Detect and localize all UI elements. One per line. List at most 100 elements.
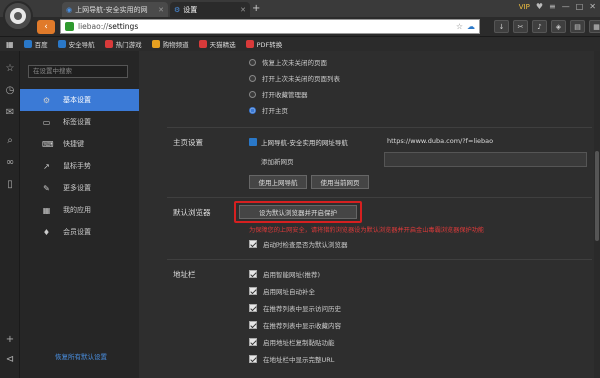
cart-icon (151, 40, 160, 48)
radio-button[interactable] (249, 74, 256, 82)
check-default-checkbox[interactable]: 启动时检查是否为默认浏览器 (249, 239, 348, 249)
keyboard-icon: ⌨ (42, 139, 54, 149)
checkbox[interactable] (249, 338, 257, 346)
homepage-site: 上网导航-安全实用的网址导航 (249, 137, 348, 147)
scrollbar[interactable] (594, 51, 600, 378)
tab-navigation[interactable]: ◉ 上网导航-安全实用的网 ✕ (62, 2, 168, 17)
addressbar-option[interactable]: 在地址栏中显示完整URL (249, 354, 334, 364)
checkbox[interactable] (249, 304, 257, 312)
address-url[interactable]: liebao://settings (78, 22, 138, 31)
shield-icon (249, 138, 257, 146)
addressbar-option[interactable]: 启用地址栏复制黏贴功能 (249, 337, 335, 347)
menu-icon[interactable]: ≡ (549, 2, 556, 11)
side-rail: ☆ ◷ ✉ ⌕ ∞ ▯ + ⊲ (0, 51, 20, 378)
globe-icon: ◉ (66, 5, 73, 14)
addressbar-option[interactable]: 启用智能网址(推荐) (249, 269, 320, 279)
tab-icon: ▭ (42, 117, 51, 127)
cloud-icon[interactable]: ☁ (467, 22, 475, 31)
back-button[interactable]: ‹ (37, 20, 55, 34)
close-icon[interactable]: ✕ (158, 6, 164, 14)
bookmark-item[interactable]: 天猫精选 (198, 39, 236, 49)
star-icon[interactable]: ☆ (456, 22, 463, 31)
phone-icon[interactable]: ▯ (4, 179, 16, 191)
sidebar-item-tabs[interactable]: ▭ 标签设置 (20, 111, 139, 133)
maximize-icon[interactable]: □ (576, 2, 584, 11)
minimize-icon[interactable]: — (562, 2, 570, 11)
close-icon[interactable]: ✕ (240, 6, 246, 14)
extension-icon[interactable]: ▤ (570, 20, 585, 33)
radio-button[interactable] (249, 106, 256, 114)
bookmark-item[interactable]: 热门游戏 (104, 39, 142, 49)
settings-main: 恢复上次未关闭的页面 打开上次未关闭的页面列表 打开收藏管理器 打开主页 主页设… (139, 51, 600, 378)
close-window-icon[interactable]: ✕ (589, 2, 596, 11)
startup-option[interactable]: 打开收藏管理器 (249, 89, 308, 99)
radio-button[interactable] (249, 58, 256, 66)
address-bar[interactable]: liebao://settings ☆ ☁ (60, 19, 480, 34)
add-page-input[interactable] (384, 152, 587, 167)
checkbox[interactable] (249, 270, 257, 278)
radio-button[interactable] (249, 90, 256, 98)
skin-icon[interactable]: ♥ (536, 2, 543, 11)
divider (167, 197, 592, 198)
search-icon[interactable]: ⌕ (4, 135, 16, 147)
checkbox[interactable] (249, 240, 257, 248)
mouse-icon: ↗ (43, 161, 50, 171)
divider (167, 127, 592, 128)
bookmark-item[interactable]: 安全导航 (57, 39, 95, 49)
sidebar-item-apps[interactable]: ▦ 我的应用 (20, 199, 139, 221)
addressbar-option[interactable]: 启用网址自动补全 (249, 286, 315, 296)
default-browser-section-label: 默认浏览器 (173, 208, 211, 217)
gear-icon: ⚙ (42, 95, 51, 105)
download-icon[interactable]: ↓ (494, 20, 509, 33)
add-icon[interactable]: + (4, 334, 16, 346)
sidebar-item-more[interactable]: ✎ 更多设置 (20, 177, 139, 199)
pdf-icon (245, 40, 254, 48)
new-tab-button[interactable]: + (252, 3, 260, 14)
vip-badge[interactable]: VIP (519, 3, 530, 11)
tab-settings[interactable]: ⚙ 设置 ✕ (170, 2, 250, 17)
add-page-label: 添加新网页 (261, 158, 294, 166)
shield-icon (57, 40, 66, 48)
homepage-section-label: 主页设置 (173, 138, 203, 147)
addressbar-option[interactable]: 在推荐列表中显示收藏内容 (249, 320, 341, 330)
bell-icon[interactable]: ♪ (532, 20, 547, 33)
history-icon[interactable]: ◷ (4, 85, 16, 97)
bookmark-item[interactable]: 购物频道 (151, 39, 189, 49)
sidebar-item-shortcuts[interactable]: ⌨ 快捷键 (20, 133, 139, 155)
browser-logo[interactable] (3, 1, 33, 31)
checkbox[interactable] (249, 321, 257, 329)
apps-icon[interactable]: ▦ (6, 40, 14, 49)
collapse-icon[interactable]: ⊲ (4, 354, 16, 366)
link-icon[interactable]: ∞ (4, 157, 16, 169)
secure-icon (65, 22, 74, 31)
apps-grid-icon[interactable]: ▦ (589, 20, 600, 33)
scrollbar-thumb[interactable] (595, 151, 599, 241)
restore-defaults-link[interactable]: 恢复所有默认设置 (55, 351, 107, 361)
bookmark-item[interactable]: 百度 (23, 39, 48, 49)
addressbar-option[interactable]: 在推荐列表中显示访问历史 (249, 303, 341, 313)
sidebar-item-gestures[interactable]: ↗ 鼠标手势 (20, 155, 139, 177)
game-icon[interactable]: ◈ (551, 20, 566, 33)
wrench-icon: ✎ (43, 183, 50, 193)
cut-icon[interactable]: ✂ (513, 20, 528, 33)
tab-label: 上网导航-安全实用的网 (75, 5, 148, 14)
settings-search-input[interactable]: 在设置中搜索 (28, 65, 128, 78)
startup-option[interactable]: 打开主页 (249, 105, 288, 115)
title-bar: ◉ 上网导航-安全实用的网 ✕ ⚙ 设置 ✕ + VIP ♥ ≡ — □ ✕ (0, 0, 600, 31)
bookmark-item[interactable]: PDF转换 (245, 39, 282, 49)
use-current-page-button[interactable]: 使用当前网页 (311, 175, 369, 189)
startup-option[interactable]: 恢复上次未关闭的页面 (249, 57, 327, 67)
settings-nav: ⚙ 基本设置 ▭ 标签设置 ⌨ 快捷键 ↗ 鼠标手势 ✎ 更多设置 ▦ 我的应用 ♦ 会员设置 (20, 89, 139, 243)
sidebar-item-member[interactable]: ♦ 会员设置 (20, 221, 139, 243)
bookmarks-bar: ▦ 百度 安全导航 热门游戏 购物频道 天猫精选 PDF转换 (0, 37, 600, 51)
use-navigation-button[interactable]: 使用上网导航 (249, 175, 307, 189)
startup-option[interactable]: 打开上次未关闭的页面列表 (249, 73, 340, 83)
homepage-url: https://www.duba.com/?f=liebao (387, 137, 494, 145)
checkbox[interactable] (249, 355, 257, 363)
toolbar: ↓ ✂ ♪ ◈ ▤ ▦ (494, 20, 600, 33)
checkbox[interactable] (249, 287, 257, 295)
set-default-browser-button[interactable]: 设为默认浏览器并开启保护 (239, 205, 357, 219)
sidebar-item-basic[interactable]: ⚙ 基本设置 (20, 89, 139, 111)
star-icon[interactable]: ☆ (4, 63, 16, 75)
mail-icon[interactable]: ✉ (4, 107, 16, 119)
